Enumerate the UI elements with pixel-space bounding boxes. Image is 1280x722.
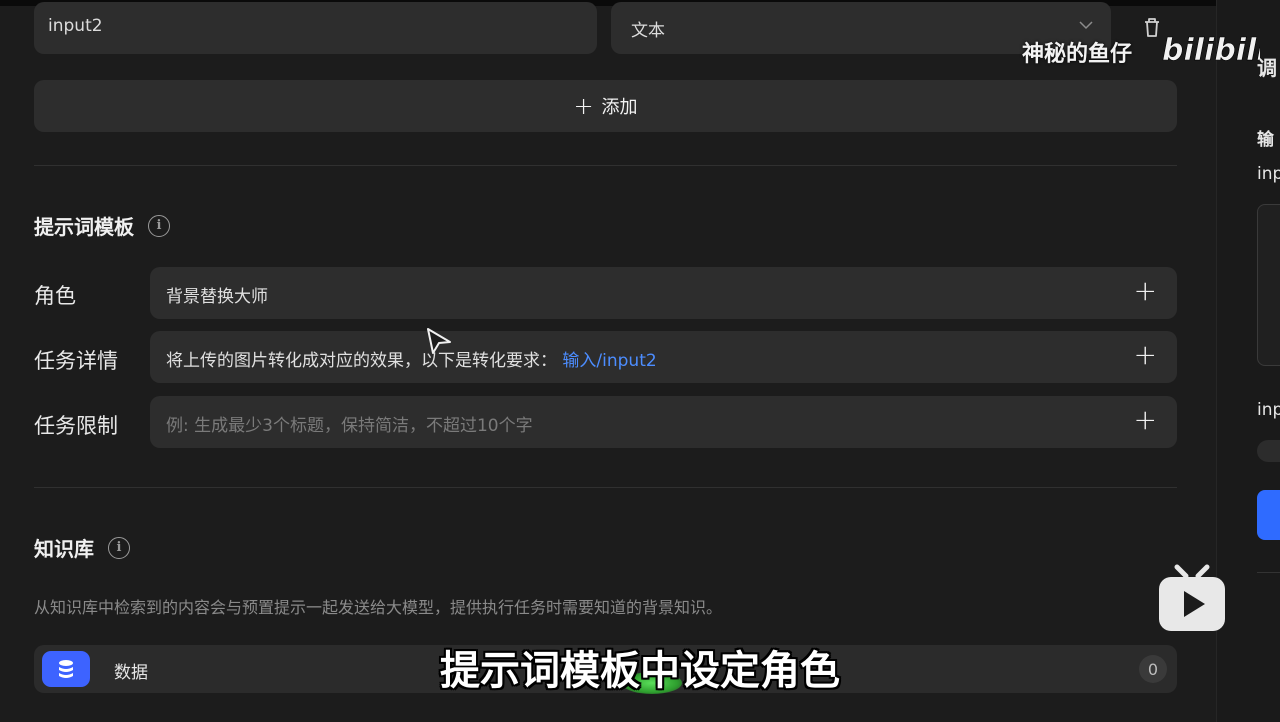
variable-reference-link[interactable]: 输入/input2: [562, 351, 656, 371]
divider: [34, 165, 1177, 166]
add-param-button[interactable]: + 添加: [34, 80, 1177, 132]
param-type-value: 文本: [631, 21, 665, 41]
right-panel-section: 输: [1257, 130, 1274, 150]
divider: [1257, 572, 1280, 573]
chevron-down-icon: [1079, 18, 1093, 34]
right-panel-run-button[interactable]: [1257, 490, 1280, 540]
bilibili-tv-logo: [1159, 564, 1225, 631]
right-panel-title: 调: [1257, 56, 1277, 80]
right-panel-field-label: inp: [1257, 164, 1280, 184]
task-detail-value: 将上传的图片转化成对应的效果，以下是转化要求：: [166, 351, 557, 371]
add-task-detail-plus-icon[interactable]: +: [1134, 341, 1157, 369]
main-panel: input2 文本 + 添加 提示词模板 i 角色 背景替换大师 + 任务详情 …: [0, 2, 1216, 722]
mouse-cursor-icon: [427, 328, 451, 354]
right-panel-pill[interactable]: [1257, 440, 1280, 462]
param-name-input[interactable]: input2: [34, 2, 597, 54]
knowledge-description: 从知识库中检索到的内容会与预置提示一起发送给大模型，提供执行任务时需要知道的背景…: [34, 598, 723, 617]
right-panel-field-label: inp: [1257, 400, 1280, 420]
param-name-value: input2: [48, 16, 103, 36]
bilibili-logo-text: bilibili: [1162, 33, 1260, 68]
task-limit-field[interactable]: 例: 生成最少3个标题，保持简洁，不超过10个字 +: [150, 396, 1177, 448]
uploader-watermark: 神秘的鱼仔: [1022, 42, 1133, 67]
add-param-label: 添加: [601, 97, 638, 118]
task-detail-field[interactable]: 将上传的图片转化成对应的效果，以下是转化要求： 输入/input2 +: [150, 331, 1177, 383]
info-icon[interactable]: i: [148, 214, 170, 237]
divider: [34, 487, 1177, 488]
add-task-limit-plus-icon[interactable]: +: [1134, 406, 1157, 434]
plus-icon: +: [573, 92, 594, 120]
knowledge-title: 知识库 i: [34, 533, 130, 562]
role-label: 角色: [34, 284, 76, 308]
prompt-template-title-text: 提示词模板: [34, 215, 134, 239]
task-limit-placeholder: 例: 生成最少3个标题，保持简洁，不超过10个字: [166, 416, 533, 436]
knowledge-title-text: 知识库: [34, 537, 94, 561]
prompt-template-title: 提示词模板 i: [34, 211, 170, 240]
info-icon[interactable]: i: [108, 536, 130, 559]
role-field[interactable]: 背景替换大师 +: [150, 267, 1177, 319]
video-subtitle: 提示词模板中设定角色: [440, 648, 840, 694]
role-value: 背景替换大师: [166, 287, 268, 307]
task-detail-label: 任务详情: [34, 349, 118, 373]
right-panel-input-box[interactable]: [1257, 204, 1280, 366]
bilibili-logo: bilibili: [1162, 33, 1260, 69]
task-limit-label: 任务限制: [34, 414, 118, 438]
add-role-plus-icon[interactable]: +: [1134, 277, 1157, 305]
